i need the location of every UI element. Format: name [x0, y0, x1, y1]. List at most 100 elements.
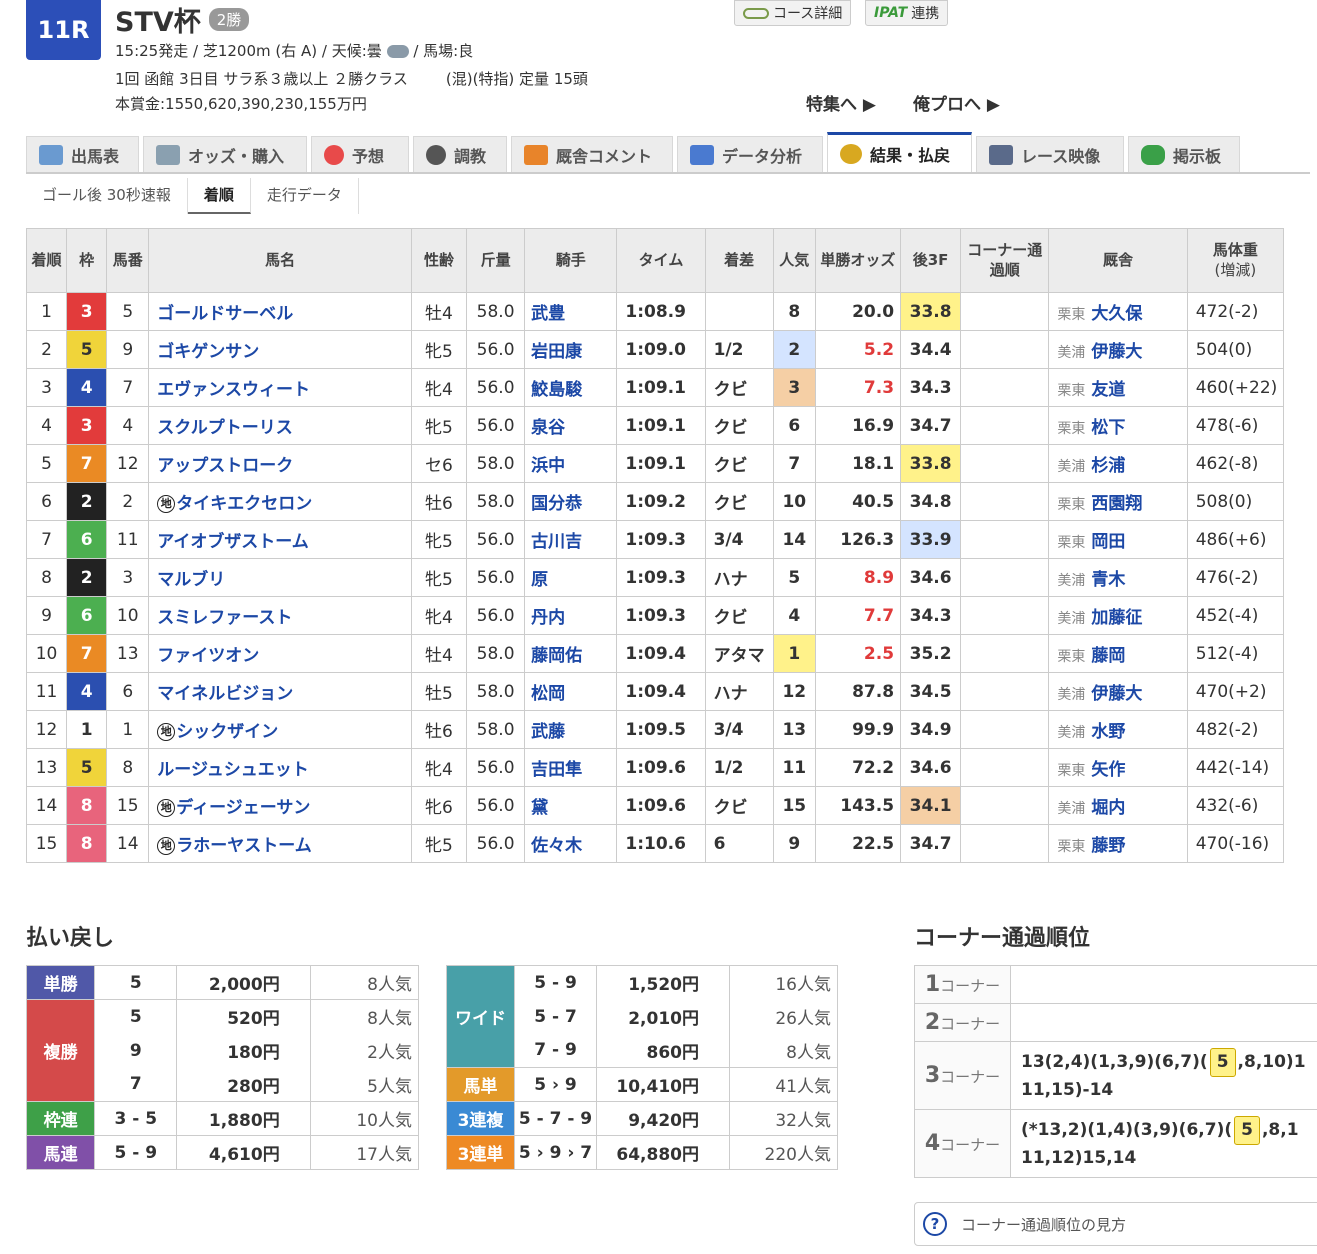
- tab-data[interactable]: データ分析: [677, 136, 823, 172]
- col-weight: 馬体重 (増減): [1186, 228, 1285, 293]
- jockey-link[interactable]: 国分恭: [531, 494, 582, 514]
- horse-name-link[interactable]: ルージュシュエット: [157, 760, 308, 780]
- jockey-link[interactable]: 藤岡佑: [531, 646, 582, 666]
- sex-age-cell: 牝6: [410, 786, 468, 825]
- jockey-link[interactable]: 黛: [531, 798, 548, 818]
- trainer-link[interactable]: 西園翔: [1091, 494, 1142, 514]
- subtab-sokudo[interactable]: 走行データ: [251, 178, 359, 214]
- f3-cell: 34.3: [900, 368, 962, 407]
- tab-yoso[interactable]: 予想: [311, 136, 409, 172]
- col-sex: 性齢: [410, 228, 468, 293]
- jockey-link[interactable]: 吉田隼: [531, 760, 582, 780]
- diff-cell: [704, 292, 774, 331]
- trainer-link[interactable]: 藤岡: [1091, 646, 1125, 666]
- horse-name-link[interactable]: タイキエクセロン: [176, 494, 312, 514]
- horse-name-link[interactable]: シックザイン: [176, 722, 278, 742]
- trainer-cell: 栗東 西園翔: [1048, 482, 1188, 521]
- payout-popularity: 8人気: [729, 1033, 838, 1068]
- jockey-link[interactable]: 原: [531, 570, 548, 590]
- horse-name-link[interactable]: アイオブザストーム: [157, 532, 308, 552]
- waku-cell: 1: [66, 710, 108, 749]
- horse-name-cell: ゴキゲンサン: [148, 330, 412, 369]
- trainer-link[interactable]: 矢作: [1091, 760, 1125, 780]
- sex-age-cell: 牝5: [410, 330, 468, 369]
- horse-name-link[interactable]: マイネルビジョン: [157, 684, 293, 704]
- tab-result[interactable]: 結果・払戻: [827, 132, 972, 172]
- trainer-cell: 栗東 藤野: [1048, 824, 1188, 863]
- jockey-link[interactable]: 佐々木: [531, 836, 582, 856]
- subtab-sokuho[interactable]: ゴール後 30秒速報: [26, 178, 188, 214]
- jockey-link[interactable]: 武藤: [531, 722, 565, 742]
- weight-cell: 470(+2): [1186, 672, 1285, 711]
- trainer-link[interactable]: 藤野: [1091, 836, 1125, 856]
- ipat-button[interactable]: IPAT 連携: [865, 0, 949, 26]
- horse-name-link[interactable]: スミレファースト: [157, 608, 292, 628]
- highlight-horse: 5: [1209, 1048, 1236, 1077]
- jockey-link[interactable]: 古川吉: [531, 532, 582, 552]
- tab-chokyo[interactable]: 調教: [413, 136, 507, 172]
- horse-name-link[interactable]: スクルプトーリス: [157, 418, 293, 438]
- corner-order: 13(2,4)(1,3,9)(6,7)(5,8,10)1 11,15)-14: [1010, 1041, 1317, 1110]
- kin-cell: 58.0: [466, 444, 526, 483]
- ninki-cell: 11: [772, 748, 816, 787]
- time-cell: 1:09.5: [616, 710, 706, 749]
- trainer-link[interactable]: 杉浦: [1091, 456, 1125, 476]
- trainer-link[interactable]: 伊藤大: [1091, 684, 1142, 704]
- corner-cell: [960, 520, 1050, 559]
- horse-name-link[interactable]: ゴキゲンサン: [157, 342, 259, 362]
- jockey-link[interactable]: 武豊: [531, 304, 565, 324]
- horse-name-link[interactable]: ラホーヤストーム: [176, 836, 312, 856]
- horse-name-cell: ゴールドサーベル: [148, 292, 412, 331]
- jockey-link[interactable]: 丹内: [531, 608, 565, 628]
- orepro-link[interactable]: 俺プロへ ▶: [913, 90, 1000, 115]
- trainer-link[interactable]: 青木: [1091, 570, 1125, 590]
- tokushu-link[interactable]: 特集へ ▶: [806, 90, 876, 115]
- umaban-cell: 9: [106, 330, 150, 369]
- horse-name-link[interactable]: ファイツオン: [157, 646, 259, 666]
- tab-comment[interactable]: 厩舎コメント: [511, 136, 673, 172]
- trainer-link[interactable]: 松下: [1091, 418, 1125, 438]
- table-row: 9 6 10 スミレファースト 牝4 56.0 丹内 1:09.3 クビ 4 7.7 34.3 美浦 加藤…: [25, 596, 1285, 635]
- trainer-link[interactable]: 岡田: [1091, 532, 1125, 552]
- trainer-link[interactable]: 友道: [1091, 380, 1125, 400]
- ninki-cell: 9: [772, 824, 816, 863]
- odds-cell: 126.3: [814, 520, 902, 559]
- col-jockey: 騎手: [524, 228, 618, 293]
- subtab-chakujun[interactable]: 着順: [187, 178, 251, 214]
- jockey-link[interactable]: 岩田康: [531, 342, 582, 362]
- sex-age-cell: 牡6: [410, 710, 468, 749]
- horse-name-link[interactable]: マルブリ: [157, 570, 225, 590]
- trainer-link[interactable]: 大久保: [1091, 304, 1142, 324]
- trainer-link[interactable]: 水野: [1091, 722, 1125, 742]
- jockey-cell: 佐々木: [524, 824, 618, 863]
- jockey-link[interactable]: 松岡: [531, 684, 565, 704]
- f3-cell: 34.1: [900, 786, 962, 825]
- col-f3: 後3F: [900, 228, 962, 293]
- course-detail-button[interactable]: コース詳細: [734, 0, 852, 26]
- tab-odds[interactable]: オッズ・購入: [143, 136, 307, 172]
- tab-shutuba[interactable]: 出馬表: [26, 136, 139, 172]
- horse-name-link[interactable]: エヴァンスウィート: [157, 380, 310, 400]
- tab-video[interactable]: レース映像: [976, 136, 1124, 172]
- trainer-link[interactable]: 伊藤大: [1091, 342, 1142, 362]
- jockey-link[interactable]: 泉谷: [531, 418, 565, 438]
- rank-cell: 13: [25, 748, 68, 787]
- tab-bbs[interactable]: 掲示板: [1128, 136, 1240, 172]
- jockey-cell: 古川吉: [524, 520, 618, 559]
- diff-cell: 3/4: [704, 710, 774, 749]
- track-condition: / 馬場:良: [413, 42, 474, 60]
- jockey-link[interactable]: 浜中: [531, 456, 565, 476]
- trainer-area: 栗東: [1057, 535, 1086, 551]
- horse-name-link[interactable]: ディージェーサン: [176, 798, 310, 818]
- horse-name-link[interactable]: アップストローク: [157, 456, 293, 476]
- corner-help-link[interactable]: ? コーナー通過順位の見方: [914, 1202, 1317, 1246]
- bet-type-label: ワイド: [446, 965, 515, 1068]
- payout-popularity: 220人気: [729, 1135, 838, 1170]
- trainer-link[interactable]: 加藤征: [1091, 608, 1142, 628]
- jockey-link[interactable]: 鮫島駿: [531, 380, 582, 400]
- trainer-cell: 美浦 水野: [1048, 710, 1188, 749]
- horse-name-link[interactable]: ゴールドサーベル: [157, 304, 293, 324]
- trainer-link[interactable]: 堀内: [1091, 798, 1125, 818]
- corner-cell: [960, 634, 1050, 673]
- odds-cell: 7.7: [814, 596, 902, 635]
